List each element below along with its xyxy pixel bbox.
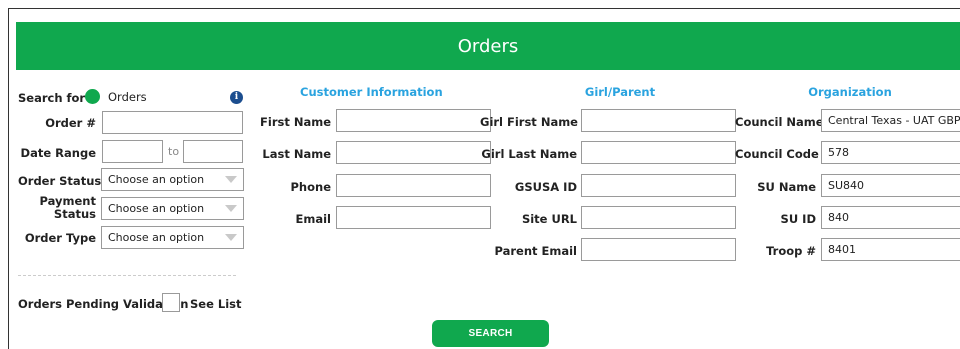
date-to-input[interactable] [183,140,243,163]
email-label: Email [295,212,331,226]
council-name-label: Council Name [735,115,824,129]
site-url-input[interactable] [581,206,736,229]
chevron-down-icon [225,234,237,241]
su-id-input[interactable] [821,206,960,229]
see-list-link[interactable]: See List [190,297,242,311]
council-code-input[interactable] [821,141,960,164]
girl-parent-heading: Girl/Parent [584,85,656,99]
order-number-label: Order # [45,116,96,130]
divider [18,275,236,276]
last-name-label: Last Name [262,147,331,161]
order-status-select[interactable]: Choose an option [101,168,244,191]
customer-info-heading: Customer Information [300,85,443,99]
chevron-down-icon [225,205,237,212]
girl-last-name-label: Girl Last Name [481,147,577,161]
first-name-label: First Name [260,115,331,129]
page-title: Orders [457,35,519,57]
order-type-label: Order Type [24,231,96,245]
su-id-label: SU ID [780,212,816,226]
info-icon[interactable]: i [230,91,243,104]
payment-status-value: Choose an option [108,202,205,215]
date-range-label: Date Range [20,146,96,160]
orders-radio[interactable] [85,89,100,104]
council-name-input[interactable] [821,109,960,132]
order-number-input[interactable] [102,111,243,134]
payment-status-select[interactable]: Choose an option [101,197,244,220]
organization-heading: Organization [808,85,892,99]
pending-validation-checkbox[interactable] [162,293,180,312]
girl-last-name-input[interactable] [581,141,736,164]
order-status-label: Order Status [18,174,102,188]
phone-label: Phone [290,180,331,194]
date-to-label: to [168,145,180,158]
order-type-value: Choose an option [108,231,205,244]
first-name-input[interactable] [336,109,491,132]
site-url-label: Site URL [521,212,577,226]
search-for-label: Search for [18,91,86,105]
page-header: Orders [16,22,960,70]
last-name-input[interactable] [336,141,491,164]
parent-email-input[interactable] [581,238,736,261]
su-name-label: SU Name [757,180,816,194]
payment-status-label-line1: Payment [39,194,97,208]
order-status-value: Choose an option [108,173,205,186]
gsusa-id-label: GSUSA ID [514,180,577,194]
parent-email-label: Parent Email [494,244,577,258]
search-button[interactable]: SEARCH [432,320,549,347]
troop-label: Troop # [766,244,816,258]
date-from-input[interactable] [102,140,163,163]
girl-first-name-label: Girl First Name [480,115,578,129]
su-name-input[interactable] [821,174,960,197]
payment-status-label-line2: Status [53,207,96,221]
girl-first-name-input[interactable] [581,109,736,132]
council-code-label: Council Code [735,147,819,161]
phone-input[interactable] [336,174,491,197]
orders-radio-label: Orders [108,90,147,104]
chevron-down-icon [225,176,237,183]
order-type-select[interactable]: Choose an option [101,226,244,249]
gsusa-id-input[interactable] [581,174,736,197]
email-input[interactable] [336,206,491,229]
troop-input[interactable] [821,238,960,261]
payment-status-label: Payment Status [18,194,97,221]
